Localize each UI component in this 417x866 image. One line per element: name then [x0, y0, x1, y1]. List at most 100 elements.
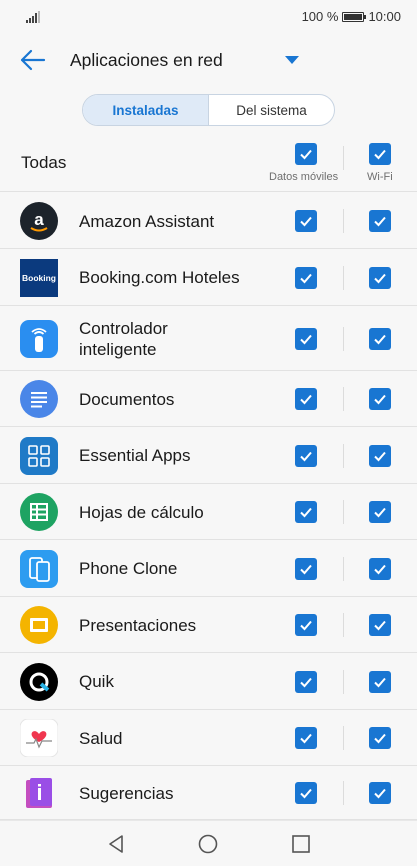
sheets-icon — [20, 493, 58, 531]
amazon-icon: a — [20, 202, 58, 240]
check-icon — [374, 733, 386, 744]
wifi-checkbox[interactable] — [369, 444, 391, 467]
battery-icon — [342, 11, 367, 22]
slides-icon — [20, 606, 58, 644]
select-all-row: Todas Datos móviles Wi-Fi — [0, 134, 417, 192]
check-icon — [300, 334, 312, 344]
wifi-checkbox[interactable] — [369, 210, 391, 232]
column-divider — [343, 726, 344, 750]
quik-icon — [20, 662, 58, 701]
wifi-checkbox[interactable] — [369, 782, 391, 804]
dropdown-triangle-icon[interactable] — [285, 56, 299, 64]
wifi-checkbox[interactable] — [369, 388, 391, 410]
app-row: Salud — [0, 710, 417, 766]
column-divider — [343, 500, 344, 524]
column-divider — [343, 387, 344, 411]
wifi-checkbox[interactable] — [369, 557, 391, 580]
app-name: Presentaciones — [79, 615, 197, 635]
column-divider — [343, 443, 344, 468]
app-name: Phone Clone — [79, 559, 178, 578]
app-row: Quik — [0, 653, 417, 710]
check-icon — [374, 564, 386, 574]
app-row: Presentaciones — [0, 597, 417, 653]
booking-logo-text: Booking — [22, 272, 56, 283]
all-mobile-data-checkbox[interactable] — [295, 143, 317, 165]
docs-icon — [20, 380, 58, 418]
app-row: Documentos — [0, 371, 417, 427]
booking-icon: Booking — [20, 258, 58, 297]
check-icon — [374, 677, 386, 687]
check-icon — [300, 273, 312, 283]
check-icon — [374, 216, 386, 227]
check-icon — [374, 620, 386, 631]
app-name: Salud — [79, 728, 123, 748]
mobile-data-checkbox[interactable] — [295, 501, 317, 523]
check-icon — [300, 451, 312, 461]
app-row: Hojas de cálculo — [0, 484, 417, 540]
mobile-data-checkbox[interactable] — [295, 557, 317, 580]
back-nav-icon[interactable] — [105, 833, 127, 855]
check-icon — [374, 507, 386, 518]
app-row: Sugerencias — [0, 766, 417, 820]
wifi-checkbox[interactable] — [369, 501, 391, 523]
app-name: Hojas de cálculo — [79, 502, 204, 522]
mobile-data-checkbox[interactable] — [295, 444, 317, 467]
check-icon — [300, 394, 312, 405]
tab-system[interactable]: Del sistema — [209, 95, 334, 125]
column-divider — [343, 265, 344, 290]
mobile-data-checkbox[interactable] — [295, 727, 317, 749]
all-apps-label: Todas — [21, 153, 67, 172]
mobile-data-column-label: Datos móviles — [269, 171, 339, 183]
battery-percent: 100 % — [301, 9, 339, 24]
mobile-data-checkbox[interactable] — [295, 327, 317, 350]
signal-icon — [26, 11, 40, 23]
mobile-data-checkbox[interactable] — [295, 210, 317, 232]
column-divider — [343, 209, 344, 233]
app-row: Controlador inteligente — [0, 306, 417, 371]
check-icon — [374, 394, 386, 405]
check-icon — [374, 273, 386, 283]
wifi-column-label: Wi-Fi — [367, 171, 393, 183]
app-name: Amazon Assistant — [79, 211, 215, 231]
svg-text:a: a — [34, 210, 44, 229]
wifi-checkbox[interactable] — [369, 327, 391, 350]
app-row: a Amazon Assistant — [0, 193, 417, 249]
smart-remote-icon — [20, 319, 58, 358]
column-divider — [343, 613, 344, 637]
check-icon — [300, 677, 312, 687]
mobile-data-checkbox[interactable] — [295, 614, 317, 636]
check-icon — [374, 149, 386, 160]
recents-nav-icon[interactable] — [290, 833, 312, 855]
column-divider — [343, 781, 344, 805]
app-row: Phone Clone — [0, 540, 417, 597]
app-bar: Aplicaciones en red — [0, 36, 417, 86]
page-title: Aplicaciones en red — [70, 50, 223, 70]
column-divider — [343, 669, 344, 694]
status-bar: 100 % 10:00 — [0, 0, 417, 34]
tab-switcher: Instaladas Del sistema — [82, 94, 335, 126]
column-divider — [343, 556, 344, 581]
tips-icon — [20, 774, 58, 812]
mobile-data-checkbox[interactable] — [295, 670, 317, 693]
check-icon — [300, 216, 312, 227]
mobile-data-checkbox[interactable] — [295, 388, 317, 410]
essential-apps-icon — [20, 436, 58, 475]
back-arrow-icon[interactable] — [18, 48, 46, 72]
check-icon — [374, 334, 386, 344]
app-name: Quik — [79, 672, 114, 691]
check-icon — [300, 149, 312, 160]
tab-installed[interactable]: Instaladas — [83, 95, 209, 125]
mobile-data-checkbox[interactable] — [295, 782, 317, 804]
check-icon — [300, 564, 312, 574]
wifi-checkbox[interactable] — [369, 727, 391, 749]
mobile-data-checkbox[interactable] — [295, 266, 317, 289]
wifi-checkbox[interactable] — [369, 266, 391, 289]
phone-clone-icon — [20, 549, 58, 588]
app-row: Essential Apps — [0, 427, 417, 484]
check-icon — [300, 620, 312, 631]
check-icon — [300, 733, 312, 744]
all-wifi-checkbox[interactable] — [369, 143, 391, 165]
home-nav-icon[interactable] — [197, 833, 219, 855]
wifi-checkbox[interactable] — [369, 614, 391, 636]
wifi-checkbox[interactable] — [369, 670, 391, 693]
